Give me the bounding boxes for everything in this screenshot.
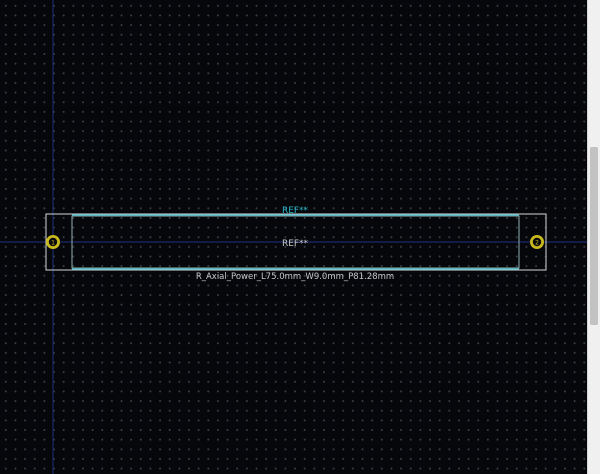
value-label[interactable]: R_Axial_Power_L75.0mm_W9.0mm_P81.28mm — [196, 272, 394, 282]
pad-2-number: 2 — [535, 240, 539, 247]
scrollbar-thumb[interactable] — [590, 147, 598, 325]
pad-1[interactable]: 1 — [46, 235, 60, 249]
reference-label-fab[interactable]: REF** — [282, 239, 309, 249]
pad-1-number: 1 — [51, 240, 55, 247]
vertical-scrollbar[interactable] — [587, 0, 600, 474]
pad-2[interactable]: 2 — [530, 235, 544, 249]
pcb-editor-canvas[interactable]: 1 2 REF** REF** R_Axial_Power_L75.0mm_W9… — [0, 0, 587, 474]
footprint-view: 1 2 REF** REF** R_Axial_Power_L75.0mm_W9… — [0, 0, 587, 474]
reference-label-silkscreen[interactable]: REF** — [282, 206, 309, 216]
